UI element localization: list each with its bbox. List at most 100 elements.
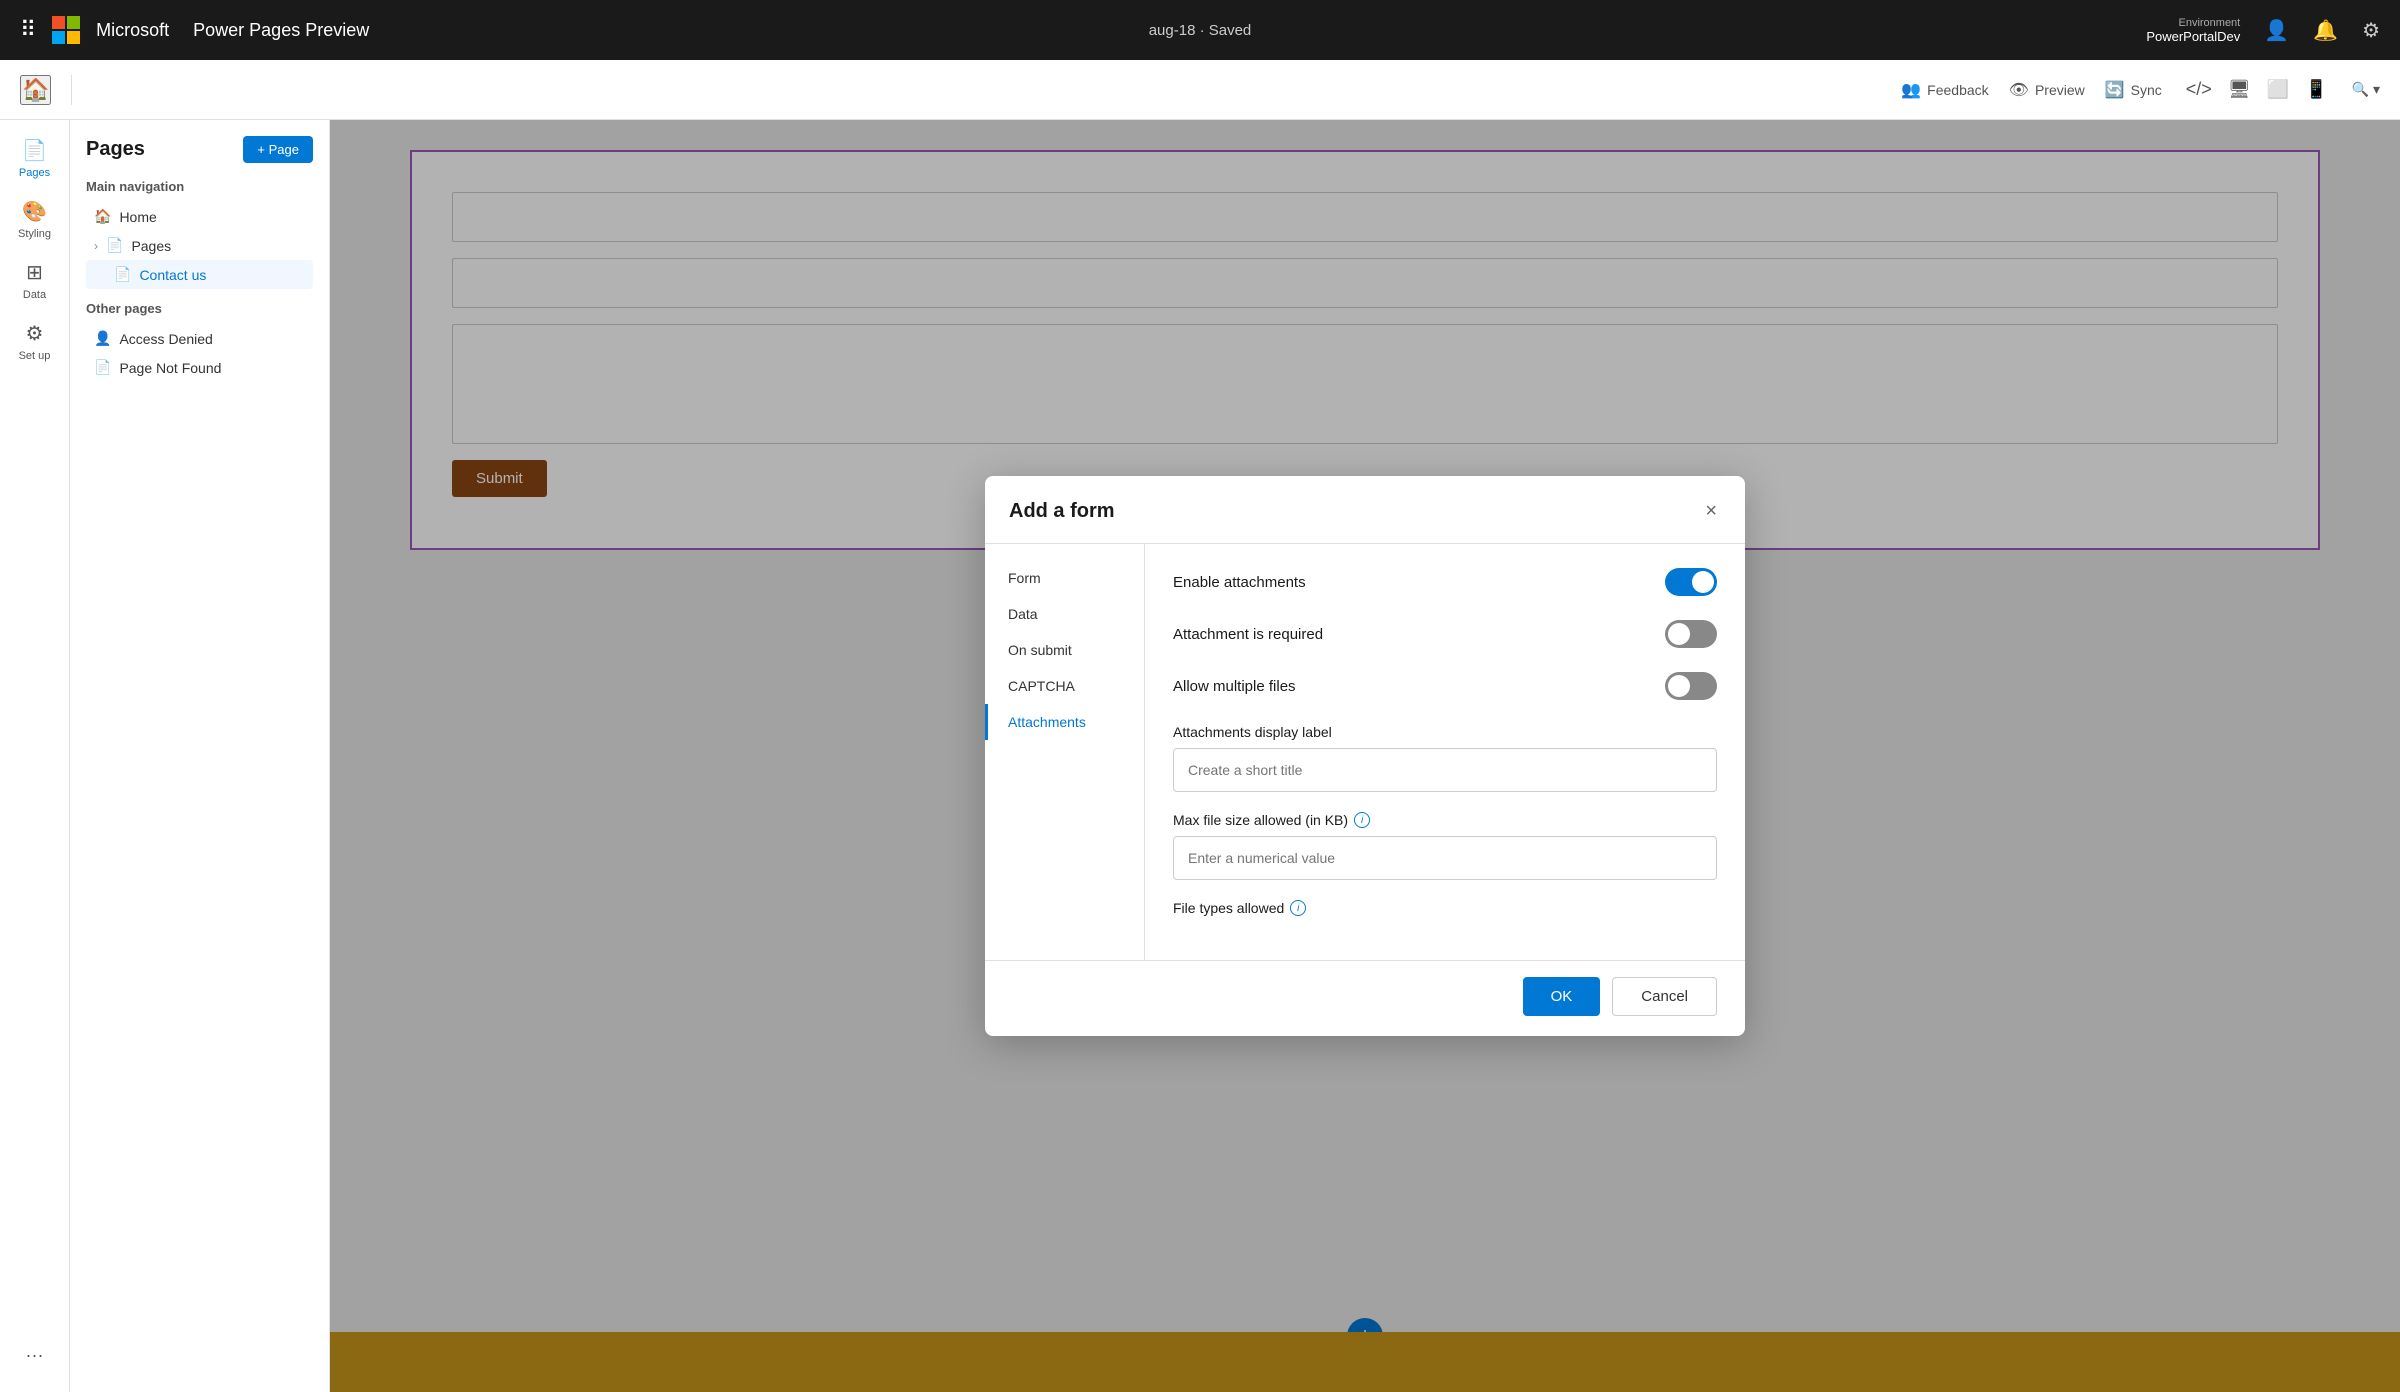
toggle-knob-2 — [1668, 675, 1690, 697]
dialog-nav: Form Data On submit CAPTCHA Attachments — [985, 544, 1145, 960]
attachments-label-field: Attachments display label — [1173, 724, 1717, 792]
feedback-icon: 👥 — [1901, 80, 1921, 100]
attachment-required-toggle[interactable] — [1665, 620, 1717, 648]
enable-attachments-toggle[interactable] — [1665, 568, 1717, 596]
file-types-label: File types allowed i — [1173, 900, 1717, 916]
view-icons: </> 🖥 ⬜ 📱 — [2182, 75, 2332, 104]
max-file-size-field: Max file size allowed (in KB) i — [1173, 812, 1717, 880]
max-file-size-input[interactable] — [1173, 836, 1717, 880]
dialog-nav-data[interactable]: Data — [985, 596, 1144, 632]
sidebar-item-pages[interactable]: 📄 Pages — [3, 130, 67, 187]
nav-page-not-found-label: Page Not Found — [119, 360, 221, 376]
data-icon: ⊞ — [26, 260, 43, 285]
topbar: ⠿ Microsoft Power Pages Preview aug-18 ·… — [0, 0, 2400, 60]
zoom-icon: 🔍 — [2352, 81, 2369, 98]
attachments-display-input[interactable] — [1173, 748, 1717, 792]
cancel-button[interactable]: Cancel — [1612, 977, 1717, 1016]
pages-header: Pages + Page — [86, 136, 313, 163]
setup-icon: ⚙ — [26, 321, 44, 346]
sidebar-setup-label: Set up — [19, 350, 51, 362]
nav-home-label: Home — [119, 209, 156, 225]
dialog-nav-onsubmit[interactable]: On submit — [985, 632, 1144, 668]
topbar-right: Environment PowerPortalDev 👤 🔔 ⚙ — [2146, 17, 2380, 44]
attachments-display-label: Attachments display label — [1173, 724, 1717, 740]
environment-info: Environment PowerPortalDev — [2146, 17, 2240, 44]
preview-icon: 👁 — [2009, 80, 2029, 100]
access-denied-icon: 👤 — [94, 330, 111, 347]
company-name: Microsoft — [96, 20, 169, 41]
dialog-nav-form[interactable]: Form — [985, 560, 1144, 596]
grid-icon[interactable]: ⠿ — [20, 17, 36, 43]
dialog-nav-attachments[interactable]: Attachments — [985, 704, 1144, 740]
enable-attachments-row: Enable attachments — [1173, 568, 1717, 596]
tablet-view-button[interactable]: ⬜ — [2263, 75, 2293, 104]
desktop-view-button[interactable]: 🖥 — [2224, 75, 2255, 104]
nav-item-home[interactable]: 🏠 Home — [86, 202, 313, 231]
contact-nav-icon: 📄 — [114, 266, 131, 283]
feedback-label: Feedback — [1927, 82, 1988, 98]
dialog-header: Add a form × — [985, 476, 1745, 544]
attachment-required-row: Attachment is required — [1173, 620, 1717, 648]
main-nav-title: Main navigation — [86, 179, 313, 194]
divider — [71, 75, 72, 105]
dialog-body: Form Data On submit CAPTCHA Attachments … — [985, 544, 1745, 960]
pages-panel: Pages + Page Main navigation 🏠 Home › 📄 … — [70, 120, 330, 1392]
nav-item-page-not-found[interactable]: 📄 Page Not Found — [86, 353, 313, 382]
sidebar-more[interactable]: ··· — [26, 1345, 44, 1366]
dialog-title: Add a form — [1009, 500, 1115, 523]
sidebar-item-setup[interactable]: ⚙ Set up — [3, 313, 67, 370]
sidebar-pages-label: Pages — [19, 167, 50, 179]
sidebar-item-data[interactable]: ⊞ Data — [3, 252, 67, 309]
sidebar-item-styling[interactable]: 🎨 Styling — [3, 191, 67, 248]
zoom-chevron: ▾ — [2373, 81, 2380, 98]
app-title: Power Pages Preview — [193, 20, 369, 41]
dialog-footer: OK Cancel — [985, 960, 1745, 1036]
info-icon-filetypes: i — [1290, 900, 1306, 916]
dialog-content: Enable attachments Attachment is require… — [1145, 544, 1745, 960]
sync-icon: 🔄 — [2105, 80, 2125, 100]
nav-item-access-denied[interactable]: 👤 Access Denied — [86, 324, 313, 353]
main-layout: 📄 Pages 🎨 Styling ⊞ Data ⚙ Set up ··· Pa… — [0, 120, 2400, 1392]
attachment-required-label: Attachment is required — [1173, 626, 1323, 643]
allow-multiple-toggle[interactable] — [1665, 672, 1717, 700]
preview-button[interactable]: 👁 Preview — [2009, 80, 2085, 100]
dialog-close-button[interactable]: × — [1701, 496, 1721, 527]
modal-overlay: Add a form × Form Data On submit CAPTCHA… — [330, 120, 2400, 1392]
env-label: Environment — [2178, 17, 2240, 29]
nav-access-denied-label: Access Denied — [119, 331, 212, 347]
left-sidebar: 📄 Pages 🎨 Styling ⊞ Data ⚙ Set up ··· — [0, 120, 70, 1392]
logo: Microsoft — [52, 16, 169, 44]
preview-label: Preview — [2035, 82, 2085, 98]
ok-button[interactable]: OK — [1523, 977, 1601, 1016]
content-area: Submit + Add a form × Form Data — [330, 120, 2400, 1392]
sync-button[interactable]: 🔄 Sync — [2105, 80, 2162, 100]
allow-multiple-row: Allow multiple files — [1173, 672, 1717, 700]
other-pages-title: Other pages — [86, 301, 313, 316]
toggle-slider-off-1 — [1665, 620, 1717, 648]
nav-item-contact[interactable]: 📄 Contact us — [86, 260, 313, 289]
zoom-button[interactable]: 🔍 ▾ — [2352, 81, 2380, 98]
home-button[interactable]: 🏠 — [20, 75, 51, 105]
nav-pages-label: Pages — [131, 238, 171, 254]
dialog-nav-captcha[interactable]: CAPTCHA — [985, 668, 1144, 704]
styling-icon: 🎨 — [22, 199, 47, 224]
sync-label: Sync — [2131, 82, 2162, 98]
notification-icon[interactable]: 🔔 — [2313, 18, 2338, 43]
enable-attachments-label: Enable attachments — [1173, 574, 1306, 591]
toggle-knob-1 — [1668, 623, 1690, 645]
nav-contact-label: Contact us — [139, 267, 206, 283]
add-form-dialog: Add a form × Form Data On submit CAPTCHA… — [985, 476, 1745, 1036]
code-view-button[interactable]: </> — [2182, 75, 2216, 104]
account-icon[interactable]: 👤 — [2264, 18, 2289, 43]
mobile-view-button[interactable]: 📱 — [2301, 75, 2331, 104]
add-page-button[interactable]: + Page — [243, 136, 313, 163]
settings-icon[interactable]: ⚙ — [2362, 18, 2380, 43]
home-nav-icon: 🏠 — [94, 208, 111, 225]
chevron-right-icon: › — [94, 239, 98, 253]
toggle-knob — [1692, 571, 1714, 593]
feedback-button[interactable]: 👥 Feedback — [1901, 80, 1988, 100]
env-name: PowerPortalDev — [2146, 29, 2240, 44]
max-file-size-label: Max file size allowed (in KB) i — [1173, 812, 1717, 828]
nav-item-pages[interactable]: › 📄 Pages — [86, 231, 313, 260]
page-not-found-icon: 📄 — [94, 359, 111, 376]
